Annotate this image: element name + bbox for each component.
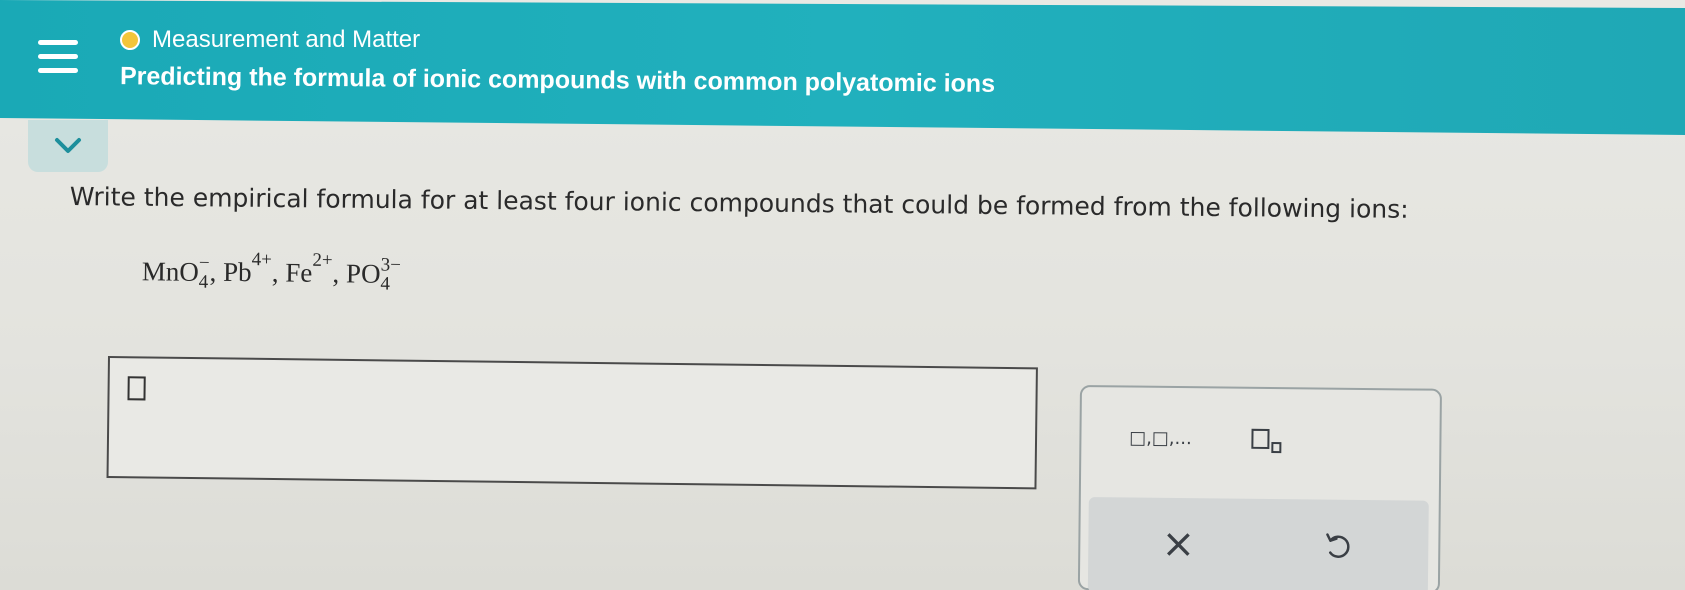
ion-separator: ,: [271, 257, 279, 288]
ion-permanganate: MnO −4: [141, 252, 210, 293]
clear-label: ×: [1161, 520, 1196, 567]
list-template-button[interactable]: □,□,...: [1105, 417, 1215, 458]
ion-list: MnO −4, Pb4+, Fe2+, PO 3− 4: [141, 249, 401, 296]
ion-iron: Fe2+: [285, 249, 333, 288]
collapse-button[interactable]: [28, 120, 108, 172]
question-prompt: Write the empirical formula for at least…: [69, 182, 1409, 224]
list-template-label: □,□,...: [1129, 427, 1192, 449]
subscript-template-icon: [1251, 428, 1282, 454]
subscript-template-button[interactable]: [1231, 419, 1301, 460]
answer-input[interactable]: [106, 356, 1038, 490]
clear-button[interactable]: ×: [1148, 516, 1209, 572]
chevron-down-icon: [55, 138, 81, 153]
undo-icon: [1326, 532, 1350, 558]
math-keypad: □,□,... ×: [1077, 385, 1442, 590]
undo-button[interactable]: [1308, 517, 1369, 573]
menu-icon[interactable]: [30, 28, 86, 84]
input-placeholder-box: [127, 376, 146, 401]
topic-label: Measurement and Matter: [152, 26, 421, 53]
ion-separator: ,: [332, 258, 340, 289]
status-dot-icon: [120, 30, 140, 50]
ion-lead: Pb4+: [222, 249, 273, 288]
ion-separator: ,: [209, 256, 217, 287]
keypad-action-row: ×: [1087, 497, 1429, 590]
topic-row: Measurement and Matter: [120, 26, 420, 54]
ion-phosphate: PO 3− 4: [345, 254, 401, 295]
